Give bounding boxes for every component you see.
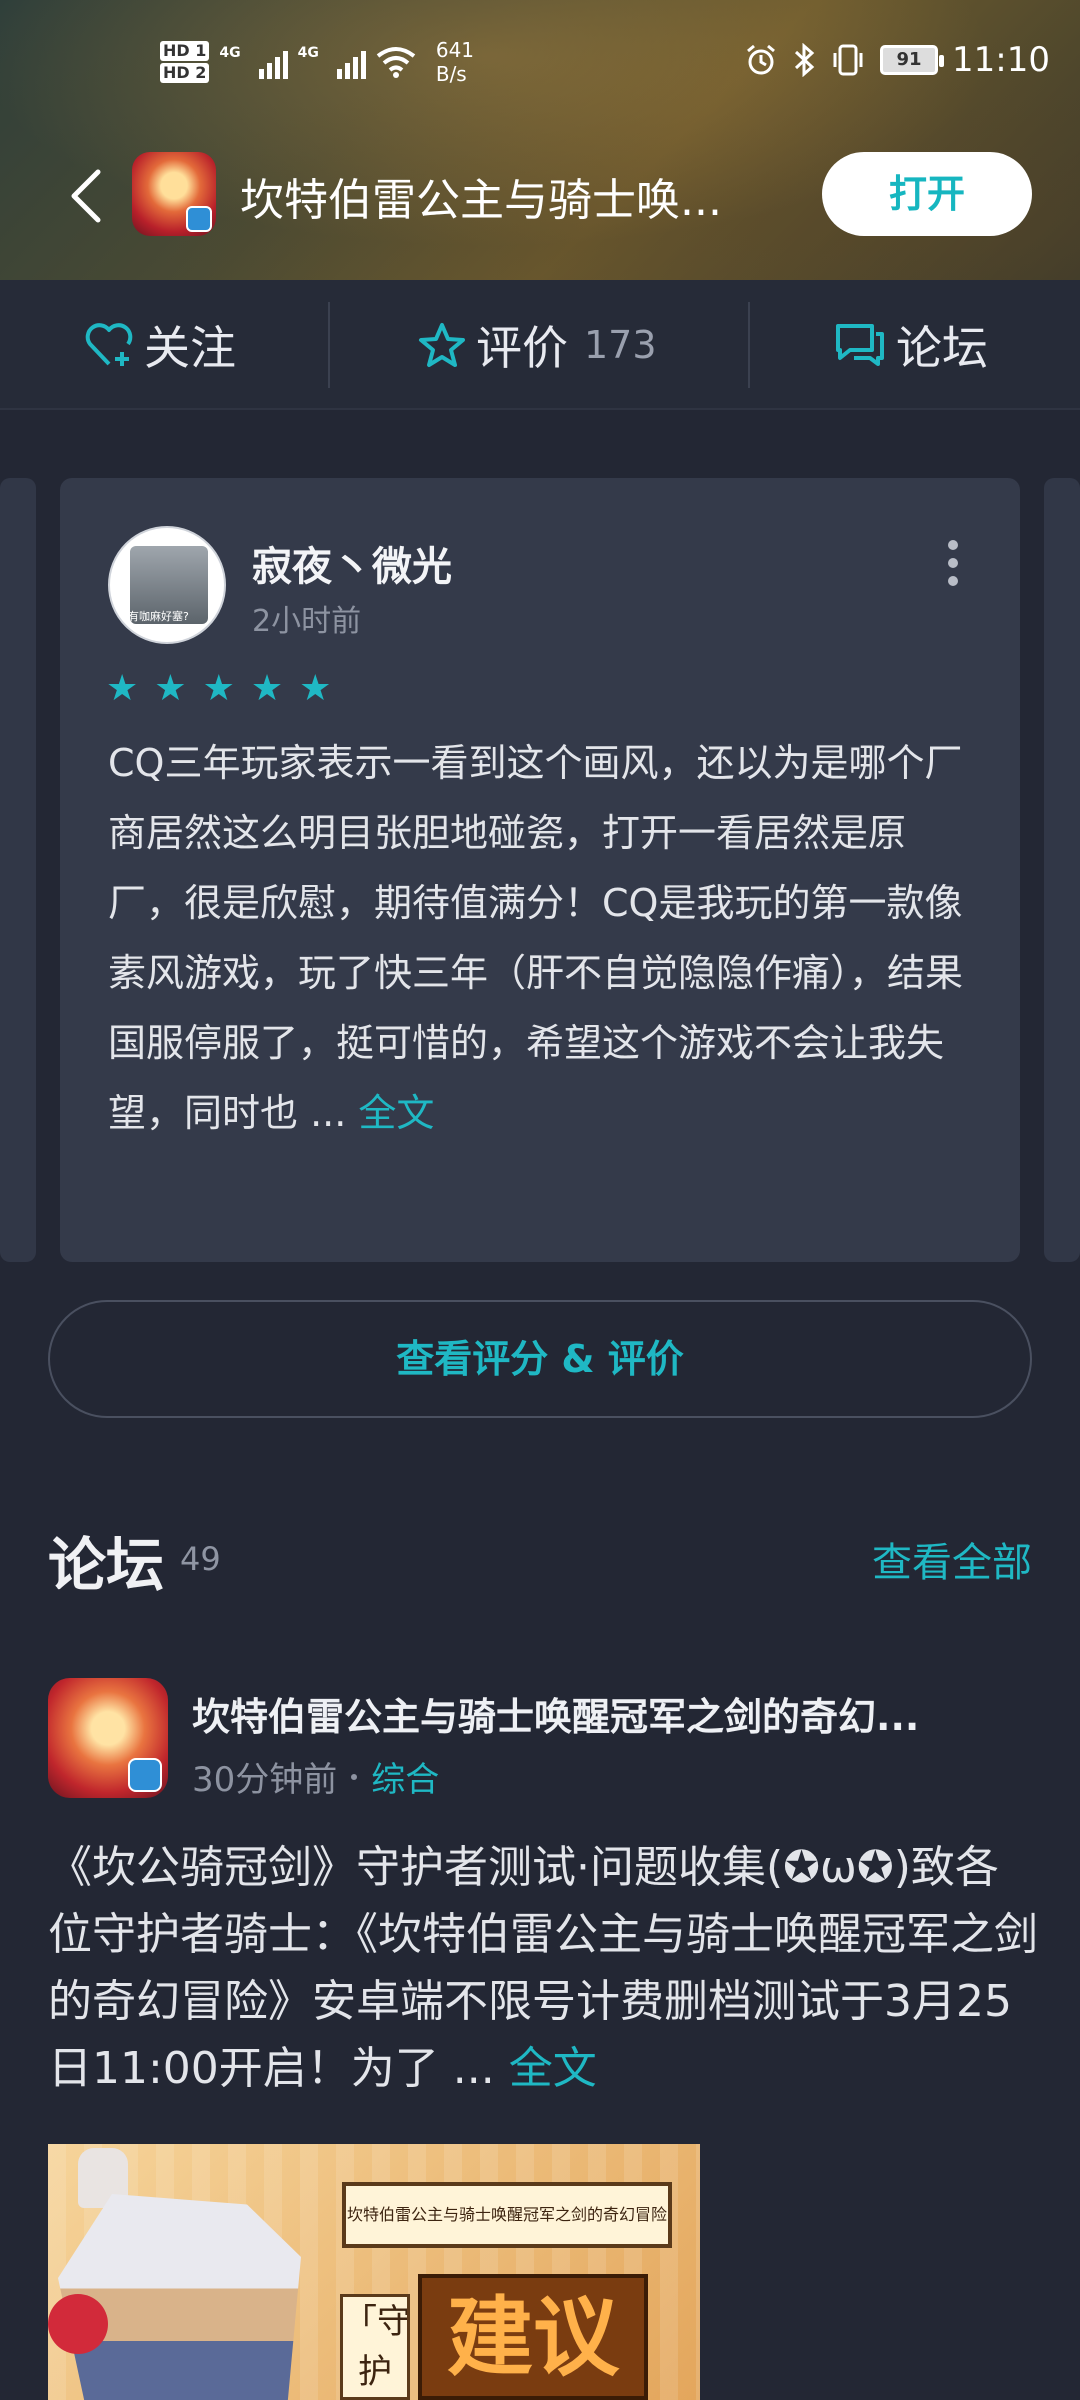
post-meta: 30分钟前 综合 bbox=[192, 1752, 439, 1801]
image-side-text: 「守护者 bbox=[340, 2294, 410, 2400]
open-button[interactable]: 打开 bbox=[822, 152, 1032, 236]
star-icon: ★ bbox=[202, 668, 235, 709]
tab-divider bbox=[748, 302, 750, 388]
post-author-name[interactable]: 坎特伯雷公主与骑士唤醒冠军之剑的奇幻... bbox=[192, 1686, 992, 1741]
back-arrow-icon[interactable] bbox=[62, 168, 112, 224]
see-all-link[interactable]: 查看全部 bbox=[872, 1530, 1032, 1588]
star-icon: ★ bbox=[106, 668, 139, 709]
app-title: 坎特伯雷公主与骑士唤... bbox=[240, 175, 722, 226]
tab-divider bbox=[328, 302, 330, 388]
meta-separator bbox=[351, 1773, 358, 1780]
rate-label: 评价 bbox=[476, 321, 568, 375]
post-time: 30分钟前 bbox=[192, 1760, 338, 1800]
image-big-text: 建议 bbox=[418, 2274, 648, 2400]
platform-badge-icon bbox=[128, 1758, 162, 1792]
network-type-1: 4G bbox=[219, 45, 241, 61]
view-ratings-button[interactable]: 查看评分 & 评价 bbox=[48, 1300, 1032, 1418]
action-tabs: 关注 评价 173 论坛 bbox=[0, 280, 1080, 410]
follow-label: 关注 bbox=[144, 321, 236, 375]
network-type-2: 4G bbox=[297, 45, 319, 61]
forum-label: 论坛 bbox=[896, 321, 988, 375]
review-time: 2小时前 bbox=[252, 604, 362, 639]
wifi-icon bbox=[376, 47, 416, 78]
heart-plus-icon bbox=[85, 323, 133, 366]
signal-icon-1 bbox=[258, 45, 288, 79]
rating-stars: ★ ★ ★ ★ ★ bbox=[106, 668, 331, 709]
post-read-more-link[interactable]: 全文 bbox=[509, 2043, 597, 2094]
review-card[interactable]: 有咖麻好塞? 寂夜丶微光 2小时前 ★ ★ ★ ★ ★ CQ三年玩家表示一看到这… bbox=[60, 478, 1020, 1262]
post-category-tag[interactable]: 综合 bbox=[371, 1752, 439, 1801]
image-sign-text: 坎特伯雷公主与骑士唤醒冠军之剑的奇幻冒险 bbox=[342, 2182, 672, 2248]
forum-tab[interactable]: 论坛 bbox=[834, 280, 988, 410]
status-bar: HD 1 HD 2 4G 4G 641 B/s 91 11:10 bbox=[0, 0, 1080, 136]
app-icon bbox=[132, 152, 216, 236]
star-icon: ★ bbox=[250, 668, 284, 709]
previous-review-card[interactable] bbox=[0, 478, 36, 1262]
sim-indicators: HD 1 HD 2 bbox=[160, 39, 210, 85]
star-icon: ★ bbox=[299, 668, 332, 709]
avatar-caption: 有咖麻好塞? bbox=[128, 610, 189, 623]
flower-sprite bbox=[48, 2294, 108, 2354]
more-options-icon[interactable] bbox=[948, 540, 960, 586]
sim1-label: HD 1 bbox=[160, 41, 210, 61]
forum-post-count: 49 bbox=[180, 1540, 221, 1578]
network-speed-value: 641 bbox=[435, 38, 475, 62]
follow-tab[interactable]: 关注 bbox=[84, 280, 236, 410]
vibrate-icon bbox=[833, 44, 863, 76]
network-speed: 641 B/s bbox=[436, 38, 474, 86]
post-body[interactable]: 《坎公骑冠剑》守护者测试·问题收集(✪ω✪)致各位守护者骑士：《坎特伯雷公主与骑… bbox=[48, 1834, 1038, 2102]
sim2-label: HD 2 bbox=[160, 63, 210, 83]
rate-count: 173 bbox=[584, 323, 657, 367]
star-outline-icon bbox=[419, 323, 465, 367]
chat-bubbles-icon bbox=[836, 324, 884, 366]
star-icon: ★ bbox=[154, 668, 187, 709]
platform-badge-icon bbox=[186, 206, 212, 232]
signal-icon-2 bbox=[336, 45, 366, 79]
next-review-card[interactable] bbox=[1044, 478, 1080, 1262]
review-text: CQ三年玩家表示一看到这个画风，还以为是哪个厂商居然这么明目张胆地碰瓷，打开一看… bbox=[108, 728, 978, 1148]
post-image[interactable]: 坎特伯雷公主与骑士唤醒冠军之剑的奇幻冒险 「守护者 建议 bbox=[48, 2144, 700, 2400]
review-body: CQ三年玩家表示一看到这个画风，还以为是哪个厂商居然这么明目张胆地碰瓷，打开一看… bbox=[108, 741, 964, 1135]
app-bar: 坎特伯雷公主与骑士唤... 打开 bbox=[0, 140, 1080, 250]
post-author-icon[interactable] bbox=[48, 1678, 168, 1798]
avatar[interactable]: 有咖麻好塞? bbox=[108, 526, 226, 644]
review-read-more-link[interactable]: 全文 bbox=[358, 1091, 434, 1135]
bluetooth-icon bbox=[794, 43, 815, 77]
alarm-icon bbox=[747, 44, 775, 75]
clock: 11:10 bbox=[952, 40, 1050, 80]
forum-section-title: 论坛 bbox=[48, 1531, 165, 1599]
review-author[interactable]: 寂夜丶微光 bbox=[252, 534, 452, 592]
network-speed-unit: B/s bbox=[435, 62, 467, 86]
battery-icon: 91 bbox=[880, 45, 945, 75]
rate-tab[interactable]: 评价 173 bbox=[418, 280, 657, 410]
